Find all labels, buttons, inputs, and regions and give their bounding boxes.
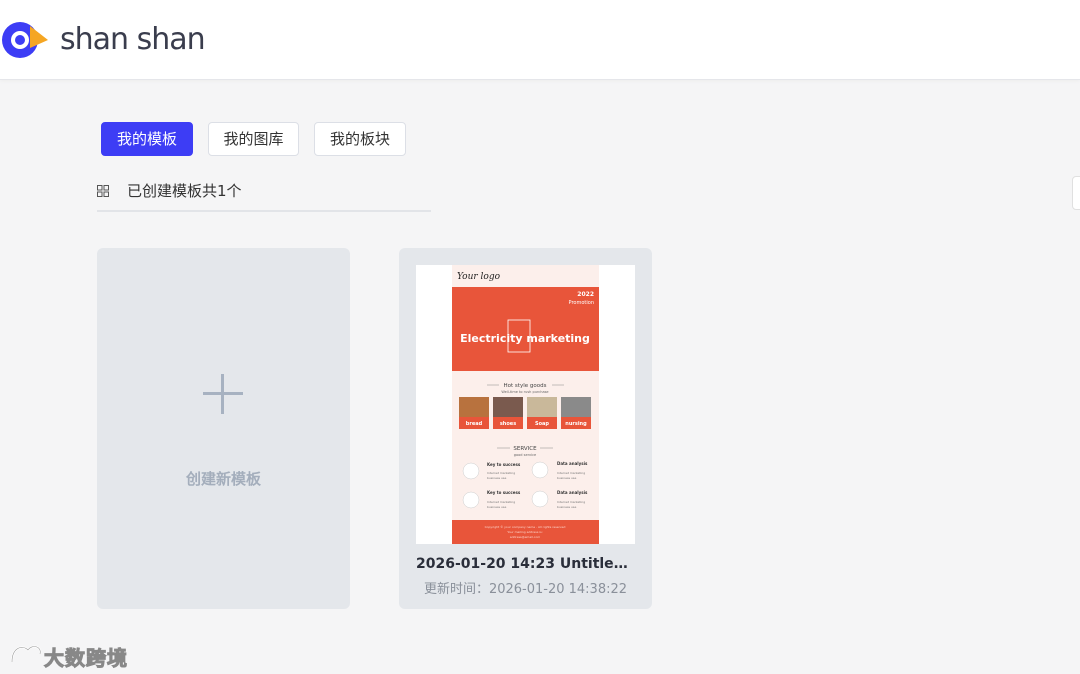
- thumb-section1-sub: Well-time to rush purchase: [501, 390, 548, 394]
- thumb-section2-sub: good service: [514, 453, 536, 457]
- tab-my-blocks[interactable]: 我的板块: [314, 122, 406, 156]
- thumb-promo: Promotion: [569, 300, 594, 306]
- thumb-footer-line: Your mailing address is:: [507, 530, 543, 534]
- thumb-service-line: Internet marketing: [557, 500, 585, 504]
- plus-icon: [203, 374, 243, 414]
- watermark-text: 大数跨境: [44, 646, 128, 671]
- thumb-service-line: business use: [487, 476, 506, 480]
- tab-my-templates[interactable]: 我的模板: [101, 122, 193, 156]
- template-count-row: 已创建模板共1个: [97, 180, 431, 212]
- thumb-service-title: Data analysis: [557, 490, 588, 495]
- thumb-product-label: bread: [466, 421, 483, 427]
- thumb-product-label: shoes: [500, 421, 516, 427]
- thumb-year: 2022: [577, 291, 594, 298]
- thumb-footer-line: Copyright © your company name . All righ…: [485, 525, 566, 529]
- template-count-text: 已创建模板共1个: [127, 182, 242, 200]
- thumb-service-line: Internet marketing: [487, 500, 515, 504]
- thumb-headline: Electricity marketing: [460, 332, 590, 345]
- create-template-label: 创建新模板: [185, 470, 261, 488]
- template-updated-time: 更新时间：2026-01-20 14:38:22: [423, 582, 628, 597]
- thumb-service-title: Key to success: [487, 490, 521, 495]
- thumb-footer-line: address@email.com: [510, 535, 540, 539]
- template-thumbnail[interactable]: Your logo 2022 Promotion Electricity mar…: [416, 265, 635, 544]
- thumbnail-preview: Your logo 2022 Promotion Electricity mar…: [416, 265, 635, 544]
- brand-name[interactable]: shan shan: [60, 20, 206, 60]
- grid-icon: [97, 185, 109, 197]
- thumb-service-line: business use: [557, 476, 576, 480]
- template-title[interactable]: 2026-01-20 14:23 Untitled tem...: [416, 556, 636, 572]
- thumb-service-line: business use: [487, 505, 506, 509]
- thumb-section1: Hot style goods: [504, 383, 547, 389]
- thumb-service-title: Key to success: [487, 462, 521, 467]
- tab-my-gallery[interactable]: 我的图库: [208, 122, 299, 156]
- top-header: shan shan: [0, 0, 1080, 80]
- thumb-section2: SERVICE: [513, 446, 537, 452]
- side-panel-edge[interactable]: [1072, 176, 1080, 210]
- thumb-service-line: Internet marketing: [487, 471, 515, 475]
- thumb-service-line: business use: [557, 505, 576, 509]
- thumb-service-title: Data analysis: [557, 461, 588, 466]
- thumb-product-label: nursing: [565, 421, 587, 427]
- thumb-service-line: Internet marketing: [557, 471, 585, 475]
- template-card[interactable]: Your logo 2022 Promotion Electricity mar…: [399, 248, 652, 609]
- thumb-logo-text: Your logo: [457, 272, 501, 282]
- create-template-card[interactable]: 创建新模板: [97, 248, 350, 609]
- thumb-product-label: Soap: [535, 421, 549, 427]
- brand-logo-icon[interactable]: [0, 20, 50, 60]
